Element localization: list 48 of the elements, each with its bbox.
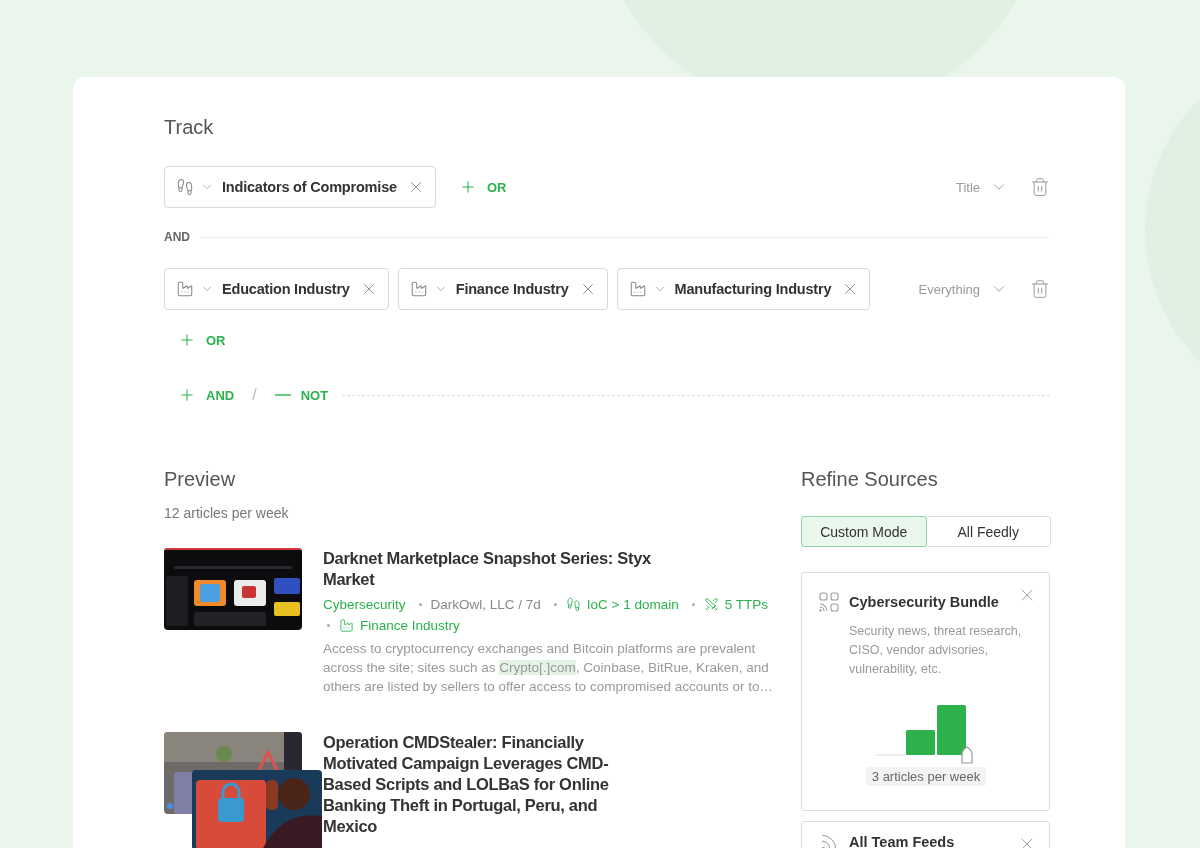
article-title[interactable]: Operation CMDStealer: Financially Motivated Campaign Leverages CMD-Based Scripts and LOLBaS for Online Banking Theft in Portugal, Peru, and Mexico (323, 732, 653, 837)
separator-dot (327, 624, 330, 627)
trash-icon (1030, 177, 1050, 197)
preview-heading: Preview (164, 467, 237, 491)
mode-tab[interactable]: All Feedly (925, 516, 1051, 547)
separator-dot (553, 603, 557, 606)
minus-icon (274, 394, 291, 396)
trash-icon (1030, 279, 1050, 299)
chip-label: Indicators of Compromise (222, 179, 397, 195)
filter-chip[interactable]: Manufacturing Industry (616, 268, 871, 310)
separator-slash: / (252, 386, 257, 404)
mode-tab[interactable]: Custom Mode (801, 516, 927, 547)
and-label: AND (164, 230, 190, 244)
delete-button[interactable] (1030, 177, 1050, 197)
rss-icon (819, 832, 839, 848)
meta-item: IoC > 1 domain (565, 595, 679, 614)
factory-icon (409, 280, 428, 298)
source-name: Cybersecurity Bundle (849, 594, 999, 610)
volume-label: 3 articles per week (865, 767, 987, 786)
factory-icon (628, 280, 647, 298)
chip-label: Education Industry (222, 281, 350, 297)
chip-label: Manufacturing Industry (674, 281, 832, 297)
separator-dot (418, 603, 422, 606)
separator-dot (691, 603, 695, 606)
bundle-icon (819, 592, 839, 612)
factory-icon (176, 280, 194, 298)
filter-chip[interactable]: Finance Industry (397, 268, 608, 310)
chip-label: Finance Industry (455, 281, 569, 297)
filter-chip[interactable]: Education Industry (164, 268, 389, 310)
article-excerpt: Access to cryptocurrency exchanges and Bitcoin platforms are prevalent across the site; sites such as Crypto[.]com, Coinbase, BitRue, Kraken, and others are listed by sellers to offer access to compromised accounts or to… (323, 640, 774, 696)
meta-item: Finance Industry (339, 616, 460, 635)
factory-icon (339, 618, 354, 633)
meta-item: DarkOwl, LLC / 7d (430, 596, 541, 614)
preview-count: 12 articles per week (164, 505, 290, 521)
plus-icon (178, 386, 196, 404)
source-description: Security news, threat research, CISO, vendor advisories, vulnerability, etc. (849, 623, 1023, 678)
plus-icon (178, 331, 196, 349)
article-title[interactable]: Darknet Marketplace Snapshot Series: Styx Market (323, 548, 653, 590)
filter-chip[interactable]: Indicators of Compromise (164, 166, 436, 208)
meta-item: Cybersecurity (323, 596, 406, 614)
delete-button[interactable] (1030, 279, 1050, 299)
footprints-icon (565, 597, 581, 612)
refine-heading: Refine Sources (801, 467, 939, 491)
swords-icon (703, 597, 719, 612)
source-name: All Team Feeds (849, 834, 955, 848)
meta-item: 5 TTPs (703, 595, 769, 614)
footprints-icon (176, 178, 194, 196)
track-heading: Track (164, 115, 215, 139)
